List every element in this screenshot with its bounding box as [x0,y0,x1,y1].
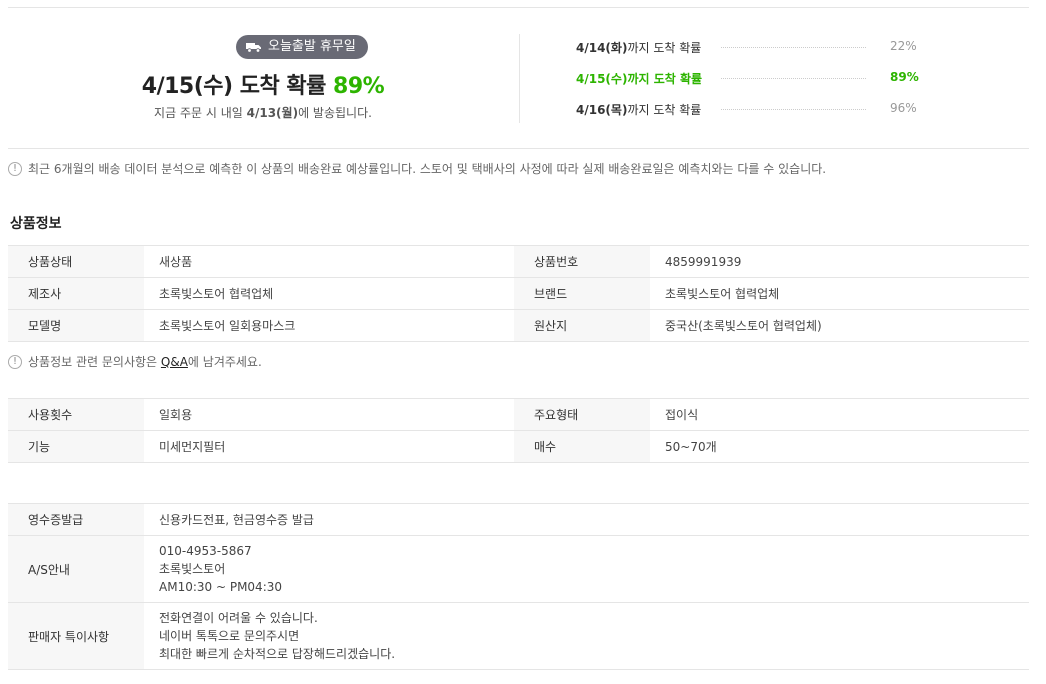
label-cell: A/S안내 [8,535,144,603]
probability-row: 4/14(화)까지 도착 확률 22% [576,39,917,55]
product-attribute-table: 사용횟수 일회용 주요형태 접이식 기능 미세먼지필터 매수 50~70개 [8,398,1029,463]
product-info-table: 상품상태 새상품 상품번호 4859991939 제조사 초록빛스토어 협력업체… [8,245,1029,342]
label-cell: 상품번호 [514,245,650,278]
probability-row: 4/16(목)까지 도착 확률 96% [576,101,917,117]
table-row: 영수증발급 신용카드전표, 현금영수증 발급 [8,503,1029,536]
product-detail-page: 오늘출발 휴무일 4/15(수) 도착 확률 89% 지금 주문 시 내일 4/… [0,0,1046,684]
delivery-summary: 오늘출발 휴무일 4/15(수) 도착 확률 89% 지금 주문 시 내일 4/… [8,8,518,148]
table-row: 모델명 초록빛스토어 일회용마스크 원산지 중국산(초록빛스토어 협력업체) [8,309,1029,342]
probability-value: 96% [890,101,917,115]
label-cell: 브랜드 [514,277,650,310]
label-cell: 주요형태 [514,398,650,431]
probability-value: 89% [890,70,919,84]
label-cell: 모델명 [8,309,144,342]
label-cell: 제조사 [8,277,144,310]
as-hours: AM10:30 ~ PM04:30 [159,580,282,594]
probability-value: 22% [890,39,917,53]
dispatch-prefix: 지금 주문 시 내일 [154,106,243,120]
probability-row-highlighted: 4/15(수)까지 도착 확률 89% [576,70,919,86]
value-cell: 010-4953-5867 초록빛스토어 AM10:30 ~ PM04:30 [144,535,1029,603]
table-row: A/S안내 010-4953-5867 초록빛스토어 AM10:30 ~ PM0… [8,535,1029,603]
as-store-name: 초록빛스토어 [159,562,226,576]
arrival-probability-headline: 4/15(수) 도착 확률 89% [8,68,518,100]
dispatch-suffix: 에 발송됩니다. [298,106,372,120]
info-circle-icon: ! [8,161,22,176]
dotted-leader [721,78,866,79]
value-cell: 50~70개 [650,430,1029,463]
delivery-estimate-panel: 오늘출발 휴무일 4/15(수) 도착 확률 89% 지금 주문 시 내일 4/… [8,8,1029,149]
value-cell: 신용카드전표, 현금영수증 발급 [144,503,1029,536]
label-cell: 사용횟수 [8,398,144,431]
table-row: 사용횟수 일회용 주요형태 접이식 [8,398,1029,431]
label-cell: 매수 [514,430,650,463]
note-line: 최대한 빠르게 순차적으로 답장해드리겠습니다. [159,647,396,661]
probability-label: 4/16(목)까지 도착 확률 [576,103,702,117]
seller-info-table: 영수증발급 신용카드전표, 현금영수증 발급 A/S안내 010-4953-58… [8,503,1029,670]
delivery-data-notice: ! 최근 6개월의 배송 데이터 분석으로 예측한 이 상품의 배송완료 예상률… [8,160,826,177]
notice-text: 최근 6개월의 배송 데이터 분석으로 예측한 이 상품의 배송완료 예상률입니… [28,162,827,176]
label-cell: 원산지 [514,309,650,342]
headline-text: 4/15(수) 도착 확률 [141,74,327,99]
value-cell: 일회용 [144,398,514,431]
section-title: 상품정보 [10,216,62,232]
table-row: 기능 미세먼지필터 매수 50~70개 [8,430,1029,463]
table-row: 판매자 특이사항 전화연결이 어려울 수 있습니다. 네이버 톡톡으로 문의주시… [8,602,1029,670]
badge-label: 오늘출발 휴무일 [268,39,356,54]
as-phone: 010-4953-5867 [159,544,252,558]
label-cell: 판매자 특이사항 [8,602,144,670]
label-cell: 영수증발급 [8,503,144,536]
truck-icon [246,41,262,53]
value-cell: 중국산(초록빛스토어 협력업체) [650,309,1029,342]
value-cell: 미세먼지필터 [144,430,514,463]
value-cell: 4859991939 [650,245,1029,278]
qa-notice-text: 상품정보 관련 문의사항은 Q&A에 남겨주세요. [28,355,262,369]
value-cell: 초록빛스토어 일회용마스크 [144,309,514,342]
value-cell: 초록빛스토어 협력업체 [144,277,514,310]
qa-notice: ! 상품정보 관련 문의사항은 Q&A에 남겨주세요. [8,353,262,370]
note-line: 전화연결이 어려울 수 있습니다. [159,611,318,625]
table-row: 상품상태 새상품 상품번호 4859991939 [8,245,1029,278]
qa-link[interactable]: Q&A [161,355,188,369]
today-dispatch-badge: 오늘출발 휴무일 [236,35,368,59]
label-cell: 기능 [8,430,144,463]
dotted-leader [721,109,866,110]
info-circle-icon: ! [8,354,22,369]
vertical-divider [519,34,520,123]
value-cell: 초록빛스토어 협력업체 [650,277,1029,310]
dispatch-notice: 지금 주문 시 내일 4/13(월)에 발송됩니다. [8,104,518,121]
note-line: 네이버 톡톡으로 문의주시면 [159,629,300,643]
dotted-leader [721,47,866,48]
table-row: 제조사 초록빛스토어 협력업체 브랜드 초록빛스토어 협력업체 [8,277,1029,310]
headline-percent: 89% [333,74,385,99]
value-cell: 전화연결이 어려울 수 있습니다. 네이버 톡톡으로 문의주시면 최대한 빠르게… [144,602,1029,670]
probability-label: 4/14(화)까지 도착 확률 [576,41,702,55]
dispatch-date: 4/13(월) [246,106,299,120]
label-cell: 상품상태 [8,245,144,278]
probability-label: 4/15(수)까지 도착 확률 [576,72,703,86]
value-cell: 새상품 [144,245,514,278]
value-cell: 접이식 [650,398,1029,431]
